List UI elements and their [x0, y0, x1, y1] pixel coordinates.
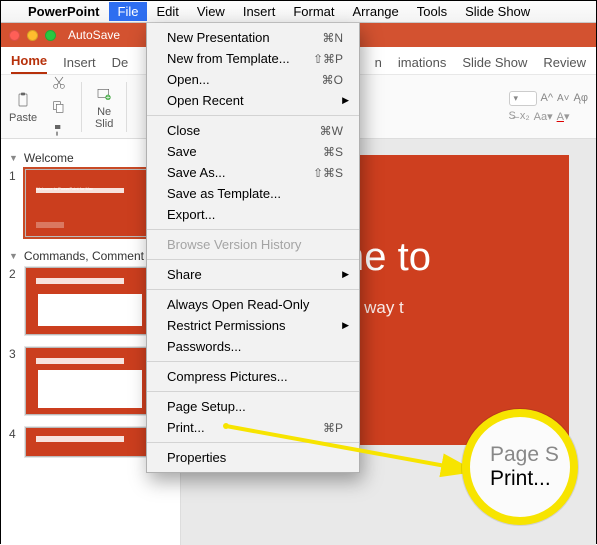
clipboard-icon [13, 90, 33, 110]
slide-number: 1 [9, 169, 19, 183]
menu-separator [147, 259, 359, 260]
annotation-zoom-circle: Page S Print... [462, 409, 578, 525]
ribbon-divider [81, 82, 82, 132]
tab-home[interactable]: Home [11, 53, 47, 74]
menubar-edit[interactable]: Edit [147, 2, 187, 21]
menubar-format[interactable]: Format [284, 2, 343, 21]
format-painter-icon[interactable] [49, 121, 69, 140]
zoom-line-page-setup: Page S [490, 443, 570, 467]
slide-thumb-2[interactable] [25, 267, 155, 335]
tab-insert[interactable]: Insert [63, 55, 96, 74]
fullscreen-window-button[interactable] [45, 30, 56, 41]
cut-icon[interactable] [49, 75, 69, 93]
menu-page-setup[interactable]: Page Setup... [147, 396, 359, 417]
menu-close[interactable]: Close⌘W [147, 120, 359, 141]
menu-separator [147, 391, 359, 392]
menu-separator [147, 361, 359, 362]
menubar-arrange[interactable]: Arrange [344, 2, 408, 21]
menu-save-as-template[interactable]: Save as Template... [147, 183, 359, 204]
close-window-button[interactable] [9, 30, 20, 41]
menu-separator [147, 289, 359, 290]
slide-thumb-3[interactable] [25, 347, 155, 415]
menu-new-presentation[interactable]: New Presentation⌘N [147, 27, 359, 48]
tab-slideshow[interactable]: Slide Show [462, 55, 527, 74]
tab-transitions-cut[interactable]: n [375, 55, 382, 74]
new-slide-label: Ne Slid [95, 106, 113, 130]
copy-icon[interactable] [49, 97, 69, 117]
new-slide-icon [94, 84, 114, 104]
mac-menubar: PowerPoint File Edit View Insert Format … [1, 1, 596, 23]
slide-number: 3 [9, 347, 19, 361]
font-color-icon[interactable]: A▾ [557, 110, 570, 123]
menu-save-as[interactable]: Save As...⇧⌘S [147, 162, 359, 183]
menu-separator [147, 442, 359, 443]
menu-new-from-template[interactable]: New from Template...⇧⌘P [147, 48, 359, 69]
tab-animations-cut[interactable]: imations [398, 55, 446, 74]
change-case-icon[interactable]: Aa▾ [534, 110, 553, 123]
font-size-dropdown[interactable] [509, 91, 537, 106]
mac-app-name[interactable]: PowerPoint [19, 2, 109, 21]
paste-label: Paste [9, 112, 37, 124]
decrease-font-icon[interactable]: A˅ [557, 93, 570, 104]
subscript-icon[interactable]: x₂ [520, 110, 530, 122]
menu-separator [147, 115, 359, 116]
menu-restrict-permissions[interactable]: Restrict Permissions [147, 315, 359, 336]
menu-export[interactable]: Export... [147, 204, 359, 225]
menu-always-open-read-only[interactable]: Always Open Read-Only [147, 294, 359, 315]
paste-button[interactable]: Paste [9, 90, 37, 124]
menu-save[interactable]: Save⌘S [147, 141, 359, 162]
slide-number: 4 [9, 427, 19, 441]
slide-thumb-4[interactable] [25, 427, 155, 457]
minimize-window-button[interactable] [27, 30, 38, 41]
menu-print[interactable]: Print...⌘P [147, 417, 359, 438]
menu-compress-pictures[interactable]: Compress Pictures... [147, 366, 359, 387]
menubar-file[interactable]: File [109, 2, 148, 21]
menu-passwords[interactable]: Passwords... [147, 336, 359, 357]
menubar-slideshow[interactable]: Slide Show [456, 2, 539, 21]
menubar-insert[interactable]: Insert [234, 2, 285, 21]
menubar-tools[interactable]: Tools [408, 2, 456, 21]
clear-format-icon[interactable]: Ąφ [574, 92, 588, 104]
autosave-label[interactable]: AutoSave [68, 28, 120, 42]
tab-design-cut[interactable]: De [112, 55, 129, 74]
menu-browse-version-history: Browse Version History [147, 234, 359, 255]
menu-separator [147, 229, 359, 230]
slide-number: 2 [9, 267, 19, 281]
tab-review[interactable]: Review [543, 55, 586, 74]
ribbon-divider [126, 82, 127, 132]
traffic-lights [9, 30, 56, 41]
menu-properties[interactable]: Properties [147, 447, 359, 468]
increase-font-icon[interactable]: A^ [541, 92, 554, 104]
file-menu-dropdown: New Presentation⌘N New from Template...⇧… [146, 23, 360, 473]
strike-icon[interactable]: S̶ [509, 110, 516, 122]
menubar-view[interactable]: View [188, 2, 234, 21]
slide-thumb-1[interactable]: Welcome to PowerPoint for Mac [25, 169, 155, 237]
menu-open-recent[interactable]: Open Recent [147, 90, 359, 111]
zoom-line-print: Print... [490, 467, 570, 491]
new-slide-button[interactable]: Ne Slid [94, 84, 114, 130]
menu-share[interactable]: Share [147, 264, 359, 285]
menu-open[interactable]: Open...⌘O [147, 69, 359, 90]
